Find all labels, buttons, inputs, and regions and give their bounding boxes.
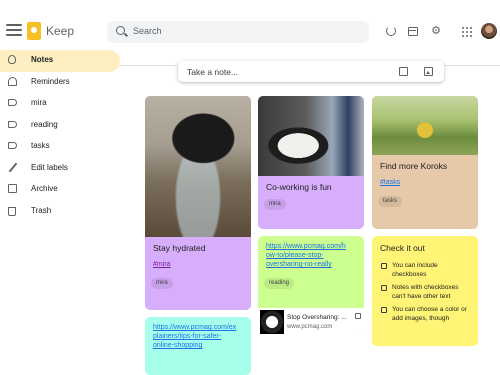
sidebar-item-label: Edit labels xyxy=(31,162,68,172)
note-title: Find more Koroks xyxy=(380,161,448,171)
sidebar-item-edit-labels[interactable]: Edit labels xyxy=(0,158,125,180)
take-note-bar[interactable]: Take a note... xyxy=(178,61,444,82)
label-icon xyxy=(8,99,17,106)
checkbox[interactable] xyxy=(381,263,387,269)
note-oversharing[interactable]: https://www.pcmag.com/h ow-to/please-sto… xyxy=(258,236,364,336)
search-bar[interactable]: Search xyxy=(107,21,369,43)
label-chip[interactable]: tasks xyxy=(378,196,403,207)
main-menu-icon[interactable] xyxy=(6,24,22,38)
note-title: Co-working is fun xyxy=(266,182,332,192)
note-link-line[interactable]: https://www.pcmag.com/ex xyxy=(153,323,236,332)
list-view-icon[interactable] xyxy=(408,27,418,36)
keep-logo-icon[interactable] xyxy=(27,22,41,40)
label-chip[interactable]: mira xyxy=(151,278,173,289)
sidebar-item-trash[interactable]: Trash xyxy=(0,201,125,223)
pencil-icon xyxy=(8,162,18,172)
checklist-item-line: Notes with checkboxes xyxy=(392,284,459,291)
link-preview-domain: www.pcmag.com xyxy=(287,324,333,330)
sidebar-item-reading[interactable]: reading xyxy=(0,115,125,137)
sidebar-item-label: Archive xyxy=(31,184,58,193)
sidebar-item-reminders[interactable]: Reminders xyxy=(0,72,125,94)
sidebar-item-archive[interactable]: Archive xyxy=(0,179,125,201)
search-input[interactable]: Search xyxy=(133,26,162,36)
note-link-line[interactable]: plainers/tips-for-safer- xyxy=(153,332,221,341)
note-title: Stay hydrated xyxy=(153,243,206,253)
checklist-item-line: You can choose a color or xyxy=(392,306,467,313)
checkbox[interactable] xyxy=(381,307,387,313)
label-icon xyxy=(8,120,17,128)
checklist-item-line: can't have other text xyxy=(392,293,451,300)
note-safer-shopping[interactable]: https://www.pcmag.com/ex plainers/tips-f… xyxy=(145,317,251,375)
note-image-cat-desk xyxy=(258,96,364,176)
checkbox[interactable] xyxy=(381,285,387,291)
apps-grid-icon[interactable] xyxy=(462,27,472,37)
sidebar-item-label: reading xyxy=(31,119,58,129)
lightbulb-icon xyxy=(8,55,16,64)
take-note-input[interactable]: Take a note... xyxy=(187,67,238,77)
sidebar-item-label: mira xyxy=(31,98,47,107)
sidebar-item-label: Reminders xyxy=(31,76,70,86)
sidebar-item-notes[interactable]: Notes xyxy=(0,50,120,72)
sidebar: Notes Reminders mira reading tasks Edit … xyxy=(0,50,125,222)
sidebar-item-label: Trash xyxy=(31,205,52,215)
refresh-icon[interactable] xyxy=(386,26,396,36)
note-link-line[interactable]: https://www.pcmag.com/h xyxy=(266,242,346,251)
sidebar-item-mira[interactable]: mira xyxy=(0,93,125,115)
label-chip[interactable]: reading xyxy=(264,278,295,289)
app-title[interactable]: Keep xyxy=(46,24,74,38)
link-preview-thumbnail xyxy=(260,310,284,334)
note-title: Check it out xyxy=(380,243,425,253)
checklist-item-line: You can include xyxy=(392,262,438,269)
note-hashtag[interactable]: #tasks xyxy=(380,178,400,187)
new-note-image-icon[interactable] xyxy=(424,67,433,76)
sidebar-item-label: Notes xyxy=(31,55,54,64)
note-link-line[interactable]: oversharing-no-really xyxy=(266,260,332,269)
sidebar-item-tasks[interactable]: tasks xyxy=(0,136,125,158)
link-preview-title: Stop Oversharing: ... xyxy=(287,314,347,321)
archive-icon xyxy=(8,184,17,193)
note-check-it-out[interactable]: Check it out You can include checkboxes … xyxy=(372,236,478,346)
open-external-icon[interactable] xyxy=(355,313,361,319)
checklist-item-line: add images, though xyxy=(392,315,450,322)
bell-icon xyxy=(8,76,17,86)
note-image-game xyxy=(372,96,478,155)
link-preview-card[interactable]: Stop Oversharing: ... www.pcmag.com xyxy=(258,308,364,336)
trash-icon xyxy=(8,206,16,216)
note-hashtag[interactable]: #mira xyxy=(153,260,171,269)
sidebar-item-label: tasks xyxy=(31,141,50,150)
note-coworking[interactable]: Co-working is fun mira xyxy=(258,96,364,229)
note-koroks[interactable]: Find more Koroks #tasks tasks xyxy=(372,96,478,229)
checklist-item-line: checkboxes xyxy=(392,271,427,278)
note-link-line[interactable]: ow-to/please-stop- xyxy=(266,251,324,260)
settings-gear-icon[interactable]: ⚙ xyxy=(430,25,442,37)
search-icon[interactable] xyxy=(116,26,125,35)
note-stay-hydrated[interactable]: Stay hydrated #mira mira xyxy=(145,96,251,310)
new-list-checkbox-icon[interactable] xyxy=(399,67,408,76)
label-icon xyxy=(8,142,17,149)
label-chip[interactable]: mira xyxy=(264,199,286,210)
account-avatar[interactable] xyxy=(481,23,497,39)
note-link-line[interactable]: online-shopping xyxy=(153,341,202,350)
note-image-cat-drinking xyxy=(145,96,251,237)
